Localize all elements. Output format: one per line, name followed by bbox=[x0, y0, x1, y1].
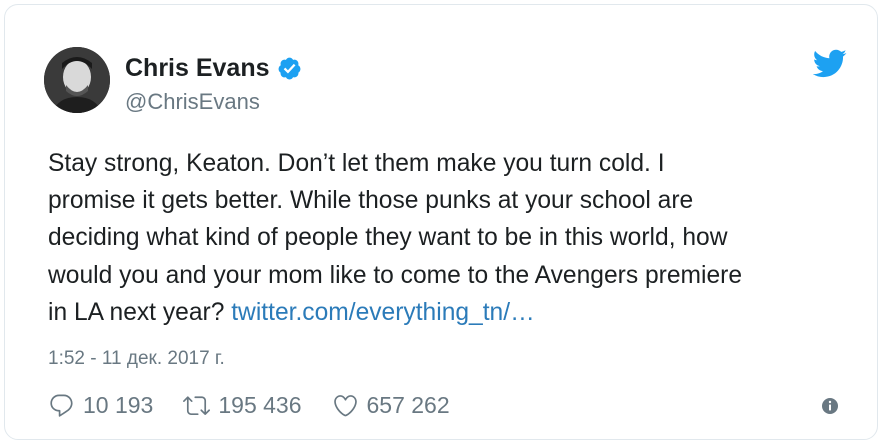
retweet-button[interactable]: 195 436 bbox=[183, 391, 302, 419]
avatar[interactable] bbox=[44, 47, 110, 113]
tweet-text: Stay strong, Keaton. Don’t let them make… bbox=[48, 145, 848, 331]
tweet-text-line: would you and your mom like to come to t… bbox=[48, 261, 742, 289]
verified-badge-icon bbox=[277, 56, 302, 81]
retweet-count: 195 436 bbox=[218, 392, 302, 418]
author-handle[interactable]: @ChrisEvans bbox=[125, 89, 260, 115]
tweet-text-line: promise it gets better. While those punk… bbox=[48, 187, 694, 215]
like-count: 657 262 bbox=[366, 392, 450, 418]
reply-icon bbox=[50, 394, 73, 417]
tweet-actions: 10 193 195 436 657 262 bbox=[48, 391, 480, 419]
tweet-text-line: deciding what kind of people they want t… bbox=[48, 224, 728, 252]
author-display-name[interactable]: Chris Evans bbox=[125, 53, 270, 83]
tweet-text-line: in LA next year? twitter.com/everything_… bbox=[48, 294, 848, 331]
heart-icon bbox=[333, 394, 357, 416]
tweet-card: Chris Evans @ChrisEvans Stay strong, Kea… bbox=[4, 4, 878, 440]
twitter-bird-icon[interactable] bbox=[812, 48, 847, 78]
info-icon[interactable] bbox=[821, 397, 839, 415]
like-button[interactable]: 657 262 bbox=[332, 391, 450, 419]
avatar-photo bbox=[44, 47, 110, 113]
retweet-icon bbox=[183, 395, 211, 415]
tweet-timestamp[interactable]: 1:52 - 11 дек. 2017 г. bbox=[48, 348, 225, 370]
reply-count: 10 193 bbox=[83, 392, 154, 418]
tweet-link[interactable]: twitter.com/everything_tn/… bbox=[231, 299, 534, 326]
author-name-row[interactable]: Chris Evans bbox=[125, 53, 302, 83]
tweet-text-last-line: in LA next year? bbox=[48, 298, 232, 326]
tweet-text-line: Stay strong, Keaton. Don’t let them make… bbox=[48, 150, 665, 177]
reply-button[interactable]: 10 193 bbox=[48, 391, 153, 419]
